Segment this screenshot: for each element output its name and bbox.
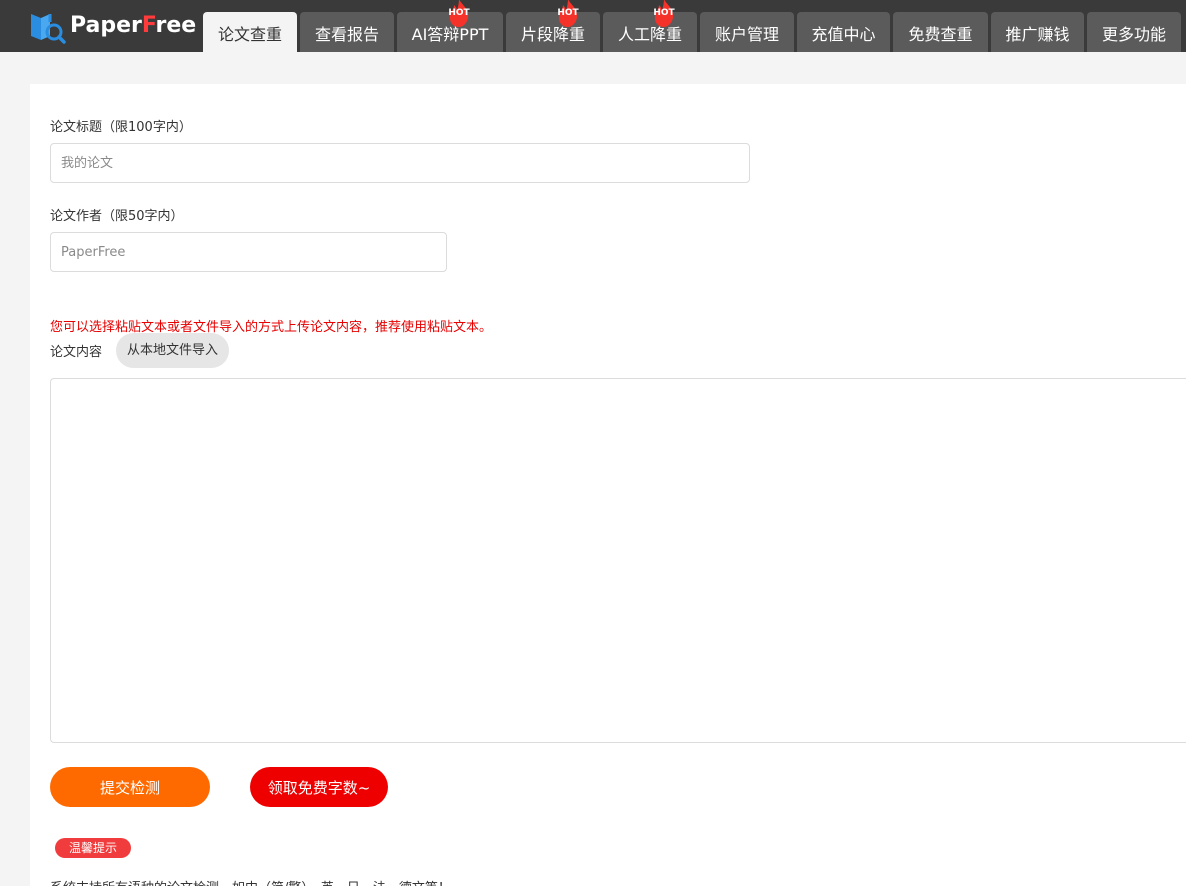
brand-logo[interactable]: PaperFree (28, 6, 196, 44)
hot-badge: HOT (444, 0, 474, 28)
hot-badge: HOT (649, 0, 679, 28)
book-magnifier-icon (31, 14, 66, 44)
get-free-words-button[interactable]: 领取免费字数~ (250, 767, 388, 807)
tab-view-report[interactable]: 查看报告 (300, 12, 394, 52)
submit-check-button[interactable]: 提交检测 (50, 767, 210, 807)
upload-notice: 您可以选择粘贴文本或者文件导入的方式上传论文内容，推荐使用粘贴文本。 (50, 320, 493, 335)
title-input[interactable] (50, 143, 750, 183)
main-tabs: 论文查重 查看报告 AI答辩PPT HOT 片段降重 HOT 人工降重 HOT … (203, 0, 1184, 52)
tab-account[interactable]: 账户管理 (700, 12, 794, 52)
language-support-text: 系统支持所有语种的论文检测，如中（简/繁）、英、日、法、德文等！ (50, 877, 451, 886)
tab-promotion[interactable]: 推广赚钱 (991, 12, 1084, 52)
import-file-button[interactable]: 从本地文件导入 (116, 333, 230, 368)
tab-paper-check[interactable]: 论文查重 (203, 12, 297, 52)
hot-badge: HOT (553, 0, 583, 28)
content-label: 论文内容 (50, 345, 103, 360)
tips-badge: 温馨提示 (55, 838, 132, 858)
tab-free-check[interactable]: 免费查重 (893, 12, 988, 52)
check-form-card: 论文标题（限100字内） 论文作者（限50字内） 您可以选择粘贴文本或者文件导入… (30, 84, 1186, 886)
author-input[interactable] (50, 232, 447, 272)
tab-ai-ppt[interactable]: AI答辩PPT HOT (397, 0, 503, 52)
brand-name: PaperFree (70, 12, 197, 38)
tab-recharge[interactable]: 充值中心 (797, 12, 890, 52)
title-label: 论文标题（限100字内） (50, 120, 192, 135)
tab-manual-rewrite[interactable]: 人工降重 HOT (603, 0, 697, 52)
content-textarea[interactable] (50, 378, 1186, 743)
tab-segment-rewrite[interactable]: 片段降重 HOT (506, 0, 600, 52)
author-label: 论文作者（限50字内） (50, 209, 184, 224)
top-navigation-bar: PaperFree 论文查重 查看报告 AI答辩PPT HOT 片段降重 HOT… (0, 0, 1186, 52)
tab-more[interactable]: 更多功能 (1087, 12, 1181, 52)
